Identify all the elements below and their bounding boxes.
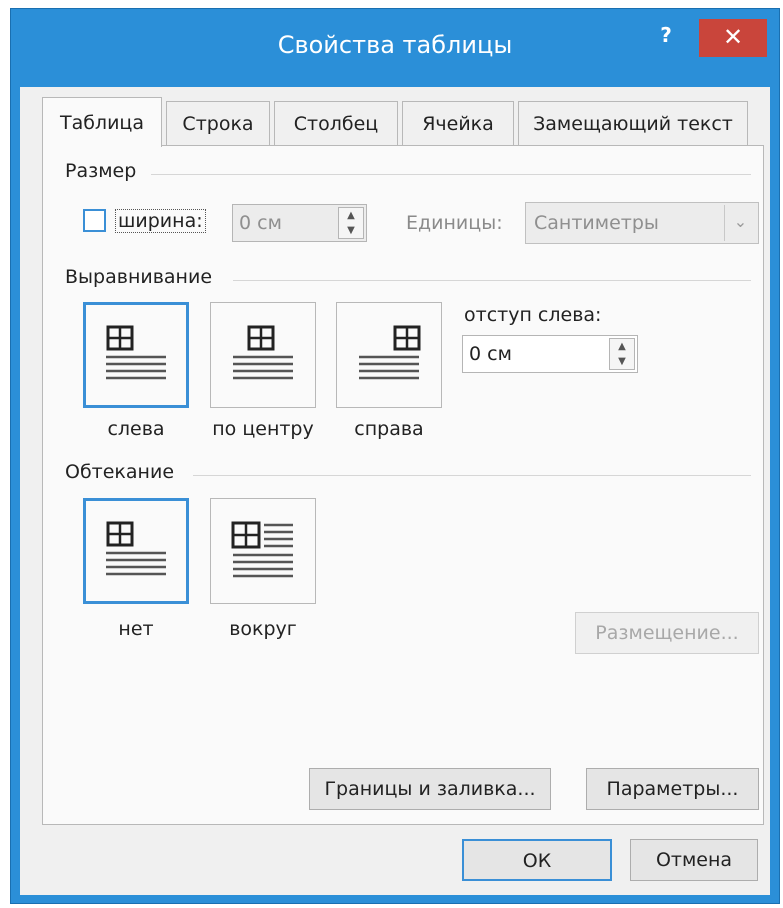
units-select[interactable]: Сантиметры ⌄: [525, 202, 759, 244]
tab-row-label: Строка: [182, 113, 254, 135]
wrapping-divider: [193, 475, 751, 476]
width-value: 0 см: [239, 212, 282, 234]
ok-button[interactable]: ОК: [462, 839, 612, 881]
align-center-button[interactable]: [210, 302, 316, 408]
dialog-window: Свойства таблицы ? ✕ Таблица Строка Стол…: [10, 8, 780, 904]
wrapping-section-label: Обтекание: [65, 461, 175, 483]
positioning-button[interactable]: Размещение...: [575, 612, 759, 654]
indent-label: отступ слева:: [464, 304, 602, 326]
width-spinbox[interactable]: 0 см ▲ ▼: [232, 204, 367, 242]
tab-column-label: Столбец: [293, 113, 379, 135]
cancel-button[interactable]: Отмена: [630, 839, 758, 881]
alignment-divider: [233, 280, 751, 281]
chevron-down-icon[interactable]: ⌄: [724, 205, 756, 241]
size-divider: [151, 174, 751, 175]
width-checkbox-label[interactable]: ширина:: [115, 209, 206, 233]
spin-up-icon[interactable]: ▲: [339, 208, 363, 223]
spin-down-icon[interactable]: ▼: [339, 223, 363, 238]
help-button[interactable]: ?: [652, 21, 680, 49]
indent-spin-arrows[interactable]: ▲ ▼: [609, 338, 635, 370]
tab-alt-text-label: Замещающий текст: [533, 113, 733, 135]
width-spin-arrows[interactable]: ▲ ▼: [338, 207, 364, 239]
align-right-label: справа: [354, 418, 424, 440]
title-bar[interactable]: Свойства таблицы ? ✕: [11, 9, 779, 87]
align-left-button[interactable]: [83, 302, 189, 408]
borders-shading-button[interactable]: Границы и заливка...: [309, 768, 551, 810]
align-left-label: слева: [107, 418, 165, 440]
tab-cell[interactable]: Ячейка: [402, 101, 514, 145]
options-button[interactable]: Параметры...: [586, 768, 759, 810]
size-section-label: Размер: [65, 160, 137, 182]
width-checkbox[interactable]: [83, 209, 106, 232]
indent-value: 0 см: [469, 343, 512, 365]
tab-row[interactable]: Строка: [166, 101, 270, 145]
dialog-body: Таблица Строка Столбец Ячейка Замещающий…: [20, 87, 770, 895]
units-label: Единицы:: [406, 212, 503, 234]
units-value: Сантиметры: [534, 212, 659, 234]
tab-panel-table: Размер ширина: 0 см ▲ ▼ Единицы: Сантиме…: [42, 145, 764, 825]
align-right-button[interactable]: [336, 302, 442, 408]
indent-spinbox[interactable]: 0 см ▲ ▼: [462, 335, 638, 373]
tab-alt-text[interactable]: Замещающий текст: [518, 101, 748, 145]
tab-column[interactable]: Столбец: [274, 101, 398, 145]
tab-table-label: Таблица: [59, 112, 145, 134]
align-right-icon: [359, 325, 421, 380]
align-left-icon: [106, 325, 166, 380]
spin-up-icon[interactable]: ▲: [610, 339, 634, 354]
wrap-around-label: вокруг: [229, 618, 297, 640]
align-center-label: по центру: [212, 418, 314, 440]
align-center-icon: [233, 325, 293, 380]
wrap-none-icon: [106, 521, 166, 576]
wrap-none-label: нет: [118, 618, 154, 640]
tab-cell-label: Ячейка: [422, 113, 494, 135]
close-button[interactable]: ✕: [699, 19, 767, 57]
wrap-around-icon: [231, 521, 293, 578]
spin-down-icon[interactable]: ▼: [610, 354, 634, 369]
alignment-section-label: Выравнивание: [65, 266, 213, 288]
wrap-around-button[interactable]: [210, 498, 316, 604]
tab-table[interactable]: Таблица: [42, 97, 162, 147]
wrap-none-button[interactable]: [83, 498, 189, 604]
